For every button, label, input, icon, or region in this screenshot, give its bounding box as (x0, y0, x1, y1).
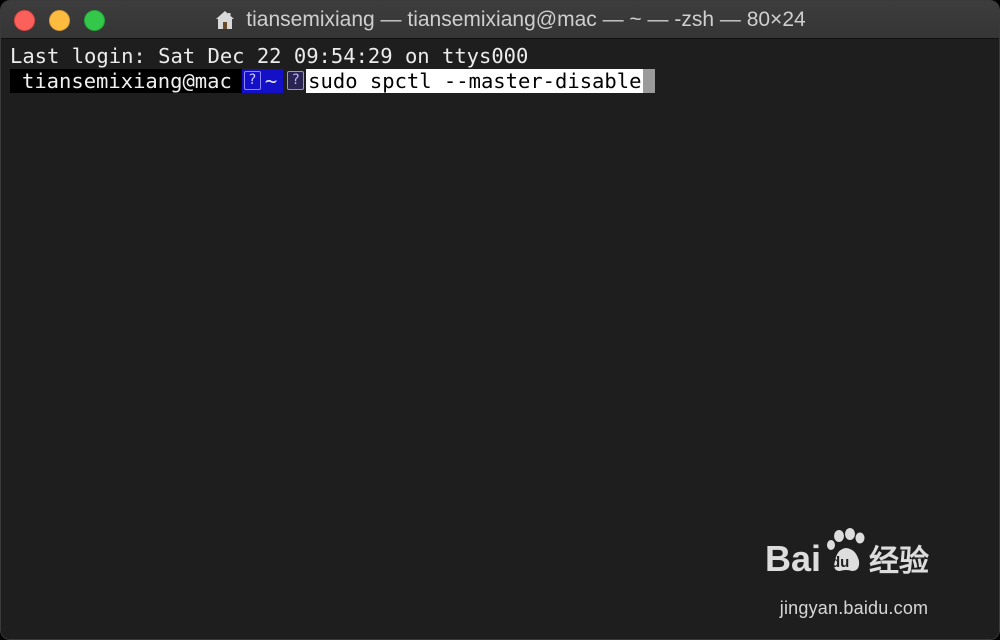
baidu-logo-icon: du Bai 经验 (765, 528, 929, 579)
svg-text:经验: 经验 (869, 544, 929, 579)
svg-text:Bai: Bai (765, 538, 821, 579)
svg-text:du: du (831, 554, 849, 571)
missing-glyph-icon: ? (243, 71, 261, 90)
missing-glyph-icon: ? (287, 71, 305, 90)
baidu-jingyan-watermark: du Bai 经验 jingyan.baidu.com (765, 527, 943, 619)
title-bar[interactable]: tiansemixiang — tiansemixiang@mac — ~ — … (1, 1, 999, 39)
text-cursor (643, 69, 656, 93)
prompt-separator-segment: ? (283, 69, 307, 93)
prompt-dir-segment: ? ~ (241, 69, 284, 93)
window-title-text: tiansemixiang — tiansemixiang@mac — ~ — … (246, 8, 806, 31)
watermark-url: jingyan.baidu.com (779, 598, 929, 618)
window-title: tiansemixiang — tiansemixiang@mac — ~ — … (1, 1, 999, 39)
prompt-user-segment: tiansemixiang@mac (10, 69, 242, 93)
home-folder-icon (216, 11, 235, 29)
command-text[interactable]: sudo spctl --master-disable (306, 69, 644, 93)
terminal-window: tiansemixiang — tiansemixiang@mac — ~ — … (0, 0, 1000, 640)
prompt-line: tiansemixiang@mac? ~? sudo spctl --master-… (10, 69, 656, 93)
last-login-line: Last login: Sat Dec 22 09:54:29 on ttys0… (10, 44, 529, 68)
prompt-dir-text: ~ (264, 69, 278, 93)
